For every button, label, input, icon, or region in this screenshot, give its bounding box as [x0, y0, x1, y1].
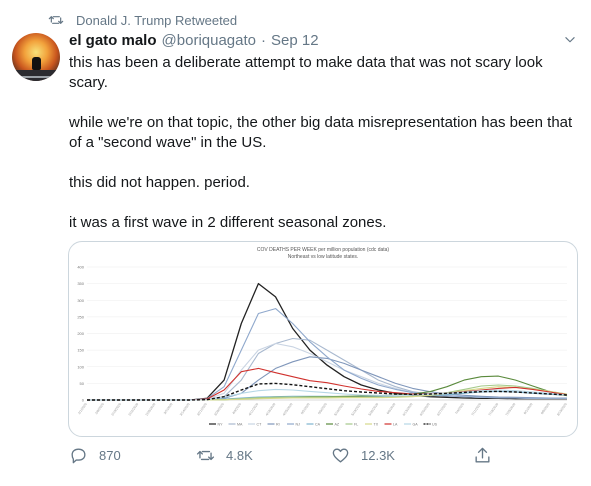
x-tick-label: 2/8/2020 [94, 402, 105, 415]
legend-label: CA [315, 422, 321, 426]
x-tick-label: 8/8/2020 [540, 402, 551, 415]
x-tick-label: 3/14/2020 [179, 402, 191, 416]
reply-count: 870 [99, 447, 121, 463]
tweet-actions: 870 4.8K 12.3K [69, 443, 509, 467]
legend-label: US [432, 422, 438, 426]
y-tick-label: 0 [82, 398, 85, 403]
tweet-paragraph: while we're on that topic, the other big… [69, 114, 573, 151]
x-tick-label: 4/11/2020 [248, 402, 260, 416]
tweet-paragraph: this has been a deliberate attempt to ma… [69, 54, 543, 91]
series-line-ri [87, 356, 567, 401]
x-tick-label: 4/4/2020 [231, 402, 242, 415]
x-tick-label: 5/9/2020 [317, 402, 328, 415]
legend-label: AZ [335, 422, 340, 426]
x-tick-label: 4/25/2020 [282, 402, 294, 416]
share-icon [475, 447, 490, 463]
x-tick-label: 6/27/2020 [436, 402, 448, 416]
y-tick-label: 300 [77, 298, 84, 303]
legend-label: GA [413, 422, 419, 426]
x-tick-label: 7/25/2020 [505, 402, 517, 416]
share-button[interactable] [473, 443, 492, 467]
reply-button[interactable]: 870 [69, 443, 121, 467]
retweet-count: 4.8K [226, 447, 253, 463]
legend-label: CT [257, 422, 263, 426]
x-tick-label: 7/4/2020 [454, 402, 465, 415]
legend-label: FL [354, 422, 358, 426]
series-line-nj [87, 308, 567, 401]
retweet-button[interactable]: 4.8K [196, 443, 253, 467]
x-tick-label: 2/29/2020 [145, 402, 157, 416]
x-tick-label: 5/30/2020 [368, 402, 380, 416]
y-tick-label: 150 [77, 348, 84, 353]
legend-label: LA [393, 422, 398, 426]
tweet-date[interactable]: Sep 12 [271, 32, 319, 49]
series-line-la [87, 367, 568, 401]
x-tick-label: 7/11/2020 [471, 402, 483, 416]
like-count: 12.3K [361, 447, 395, 463]
y-tick-label: 200 [77, 331, 84, 336]
tweet-header: el gato malo @boriquagato · Sep 12 [69, 32, 551, 54]
x-tick-label: 5/2/2020 [300, 402, 311, 415]
header-separator: · [261, 32, 266, 49]
x-tick-label: 7/18/2020 [488, 402, 500, 416]
avatar-signature [20, 76, 50, 78]
legend-label: NY [218, 422, 224, 426]
reply-icon [71, 447, 86, 463]
x-tick-label: 2/22/2020 [128, 402, 140, 416]
x-tick-label: 5/23/2020 [350, 402, 362, 416]
heart-icon [332, 447, 349, 463]
y-tick-label: 100 [77, 364, 84, 369]
y-tick-label: 350 [77, 281, 84, 286]
x-tick-label: 3/28/2020 [213, 402, 225, 416]
x-tick-label: 2/1/2020 [77, 402, 88, 415]
user-handle[interactable]: @boriquagato [162, 32, 256, 49]
retweeted-banner: Donald J. Trump Retweeted [28, 11, 237, 29]
x-tick-label: 6/6/2020 [386, 402, 397, 415]
chart-subtitle: Northeast vs low latitude states. [288, 254, 359, 260]
display-name[interactable]: el gato malo [69, 32, 157, 49]
y-tick-label: 250 [77, 314, 84, 319]
legend-label: MA [237, 422, 243, 426]
x-tick-label: 6/13/2020 [402, 402, 414, 416]
y-tick-label: 50 [80, 381, 85, 386]
chevron-down-icon[interactable] [563, 33, 577, 47]
x-tick-label: 6/20/2020 [419, 402, 431, 416]
x-tick-label: 8/1/2020 [523, 402, 534, 415]
x-tick-label: 5/16/2020 [333, 402, 345, 416]
legend-label: RI [276, 422, 280, 426]
chart: COV DEATHS PER WEEK per million populati… [77, 247, 568, 426]
retweet-icon [48, 16, 64, 24]
tweet-paragraph: this did not happen. period. [69, 174, 250, 191]
avatar[interactable] [12, 33, 60, 81]
x-tick-label: 2/15/2020 [110, 402, 122, 416]
tweet-text: this has been a deliberate attempt to ma… [69, 53, 581, 233]
retweeted-by-label[interactable]: Donald J. Trump Retweeted [76, 13, 237, 28]
avatar-cat-silhouette [32, 57, 41, 70]
y-tick-label: 400 [77, 265, 84, 270]
x-tick-label: 4/18/2020 [265, 402, 277, 416]
chart-title: COV DEATHS PER WEEK per million populati… [257, 247, 390, 253]
x-tick-label: 3/21/2020 [196, 402, 208, 416]
retweet-icon [196, 450, 215, 460]
tweet-media-chart[interactable]: COV DEATHS PER WEEK per million populati… [68, 241, 578, 437]
x-tick-label: 3/7/2020 [163, 402, 174, 415]
x-tick-label: 8/15/2020 [556, 402, 568, 416]
legend-label: NJ [296, 422, 301, 426]
tweet-paragraph: it was a first wave in 2 different seaso… [69, 214, 387, 231]
legend-label: TX [374, 422, 379, 426]
like-button[interactable]: 12.3K [331, 443, 395, 467]
